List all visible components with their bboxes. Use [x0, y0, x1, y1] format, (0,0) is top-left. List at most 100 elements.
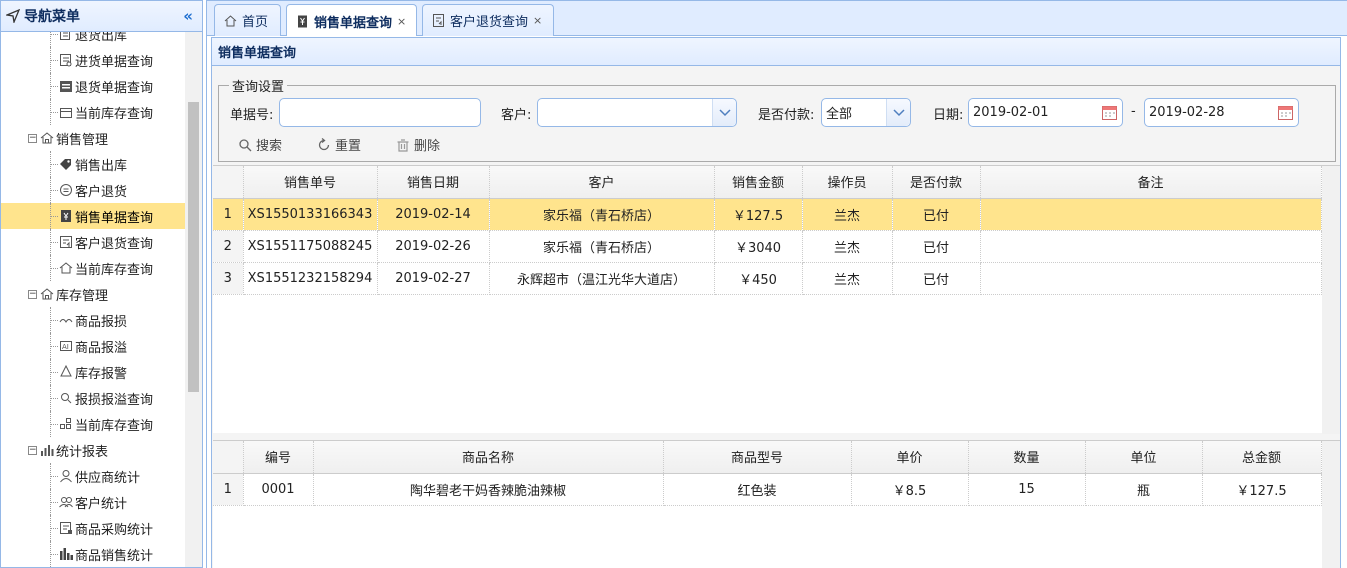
sidebar-item-stock-query-3[interactable]: 当前库存查询 — [1, 411, 186, 437]
date-from-input[interactable]: 2019-02-01 — [968, 98, 1123, 127]
home-icon — [39, 286, 55, 302]
column-header[interactable]: 是否付款 — [892, 166, 981, 199]
row-number-header — [213, 441, 244, 474]
cell-operator: 兰杰 — [802, 262, 893, 295]
cell-note — [980, 230, 1322, 263]
column-header[interactable]: 商品型号 — [663, 441, 852, 474]
date-to-value: 2019-02-28 — [1149, 105, 1225, 120]
sidebar-item-sales-doc-query[interactable]: 销售单据查询 — [1, 203, 186, 229]
column-header[interactable]: 销售日期 — [377, 166, 490, 199]
sidebar-item-stock-query-1[interactable]: 当前库存查询 — [1, 99, 186, 125]
cell-amount: ￥450 — [714, 262, 803, 295]
close-icon[interactable]: × — [533, 14, 542, 27]
sidebar-group-label: 库存管理 — [56, 288, 109, 304]
customer-label: 客户: — [501, 108, 532, 123]
doc-no-input[interactable] — [279, 98, 481, 127]
sidebar-item-label: 退货出库 — [75, 32, 128, 44]
date-from-value: 2019-02-01 — [973, 105, 1049, 120]
column-header[interactable]: 客户 — [489, 166, 715, 199]
sidebar-item-customer-stat[interactable]: 客户统计 — [1, 489, 186, 515]
column-header[interactable]: 单位 — [1085, 441, 1203, 474]
collapse-sidebar-icon[interactable]: « — [183, 7, 193, 25]
sidebar-item-label: 当前库存查询 — [75, 418, 154, 434]
collapse-node-icon[interactable]: − — [28, 445, 37, 455]
table-row[interactable]: 3 XS1551232158294 2019-02-27 永辉超市（温江光华大道… — [213, 262, 1322, 295]
sidebar-item-goods-damage[interactable]: 商品报损 — [1, 307, 186, 333]
chevron-down-icon[interactable] — [712, 99, 736, 126]
column-header[interactable]: 销售金额 — [714, 166, 803, 199]
reload-icon — [316, 137, 332, 153]
collapse-node-icon[interactable]: − — [28, 133, 37, 143]
sales-doc-icon — [295, 14, 309, 28]
sidebar-group-sales[interactable]: − 销售管理 — [1, 125, 186, 151]
sidebar-item-label: 报损报溢查询 — [75, 392, 154, 408]
items-scrollbar[interactable] — [1322, 441, 1340, 568]
customer-select[interactable] — [537, 98, 737, 127]
column-header[interactable]: 商品名称 — [313, 441, 664, 474]
search-button[interactable]: 搜索 — [237, 135, 282, 154]
cell-note — [980, 262, 1322, 295]
cell-order-no: XS1551232158294 — [243, 262, 378, 295]
query-legend: 查询设置 — [232, 80, 285, 95]
sidebar-item-return-out[interactable]: 退货出库 — [1, 32, 186, 47]
row-number-header — [213, 166, 244, 199]
sidebar-item-sales-stat[interactable]: 商品销售统计 — [1, 541, 186, 567]
panel-body: 查询设置 单据号: 客户: 是否付款: 全部 日期: 2019-02-01 - … — [211, 66, 1341, 568]
sidebar-scrollbar[interactable] — [185, 32, 202, 567]
return-out-icon — [58, 32, 74, 42]
reset-button[interactable]: 重置 — [316, 135, 361, 154]
trash-icon — [395, 137, 411, 153]
sales-stat-icon — [58, 546, 74, 562]
date-label: 日期: — [933, 108, 964, 123]
search-label: 搜索 — [256, 139, 283, 154]
column-header[interactable]: 编号 — [243, 441, 314, 474]
sidebar-item-purchase-stat[interactable]: 商品采购统计 — [1, 515, 186, 541]
cell-date: 2019-02-26 — [377, 230, 490, 263]
column-header[interactable]: 数量 — [968, 441, 1086, 474]
calendar-icon[interactable] — [1277, 104, 1294, 121]
sidebar-item-label: 销售单据查询 — [75, 210, 154, 226]
svg-text:AI: AI — [62, 343, 69, 351]
tab-content: 销售单据查询 查询设置 单据号: 客户: 是否付款: 全部 日期: 2019-0… — [206, 36, 1347, 568]
sidebar-item-customer-return-query[interactable]: 客户退货查询 — [1, 229, 186, 255]
calendar-icon[interactable] — [1101, 104, 1118, 121]
items-grid: 编号 商品名称 商品型号 单价 数量 单位 总金额 1 0001 陶华碧老干妈香… — [213, 440, 1340, 568]
column-header[interactable]: 销售单号 — [243, 166, 378, 199]
sidebar-group-label: 统计报表 — [56, 444, 109, 460]
stock-query-icon — [58, 260, 74, 276]
cell-note — [980, 198, 1322, 231]
sidebar-item-customer-return[interactable]: 客户退货 — [1, 177, 186, 203]
table-row[interactable]: 2 XS1551175088245 2019-02-26 家乐福（青石桥店） ￥… — [213, 230, 1322, 263]
sidebar-item-goods-overflow[interactable]: AI 商品报溢 — [1, 333, 186, 359]
chevron-down-icon[interactable] — [886, 99, 910, 126]
date-separator: - — [1131, 104, 1136, 119]
tab-sales-doc-query[interactable]: 销售单据查询 × — [286, 4, 417, 37]
column-header[interactable]: 备注 — [980, 166, 1322, 199]
collapse-node-icon[interactable]: − — [28, 289, 37, 299]
orders-scrollbar[interactable] — [1322, 166, 1340, 434]
sidebar-group-reports[interactable]: − 统计报表 — [1, 437, 186, 463]
sidebar-item-supplier-stat[interactable]: 供应商统计 — [1, 463, 186, 489]
sidebar-item-purchase-doc-query[interactable]: 进货单据查询 — [1, 47, 186, 73]
sidebar-item-damage-overflow-query[interactable]: 报损报溢查询 — [1, 385, 186, 411]
table-row[interactable]: 1 XS1550133166343 2019-02-14 家乐福（青石桥店） ￥… — [213, 198, 1322, 231]
column-header[interactable]: 操作员 — [802, 166, 893, 199]
sidebar-scroll-thumb[interactable] — [188, 102, 199, 392]
sidebar-item-sales-out[interactable]: 销售出库 — [1, 151, 186, 177]
sidebar-item-return-doc-query[interactable]: 退货单据查询 — [1, 73, 186, 99]
cell-operator: 兰杰 — [802, 230, 893, 263]
sidebar-item-stock-query-2[interactable]: 当前库存查询 — [1, 255, 186, 281]
tab-home[interactable]: 首页 — [214, 4, 281, 36]
sidebar-item-stock-alarm[interactable]: 库存报警 — [1, 359, 186, 385]
column-header[interactable]: 单价 — [851, 441, 969, 474]
sidebar-group-inventory[interactable]: − 库存管理 — [1, 281, 186, 307]
delete-button[interactable]: 删除 — [395, 135, 440, 154]
tab-customer-return-query[interactable]: 客户退货查询 × — [422, 4, 554, 36]
column-header[interactable]: 总金额 — [1202, 441, 1322, 474]
return-doc-icon — [58, 78, 74, 94]
paid-select[interactable]: 全部 — [821, 98, 911, 127]
table-row[interactable]: 1 0001 陶华碧老干妈香辣脆油辣椒 红色装 ￥8.5 15 瓶 ￥127.5 — [213, 473, 1322, 506]
date-to-input[interactable]: 2019-02-28 — [1144, 98, 1299, 127]
close-icon[interactable]: × — [397, 15, 406, 28]
cell-order-no: XS1551175088245 — [243, 230, 378, 263]
